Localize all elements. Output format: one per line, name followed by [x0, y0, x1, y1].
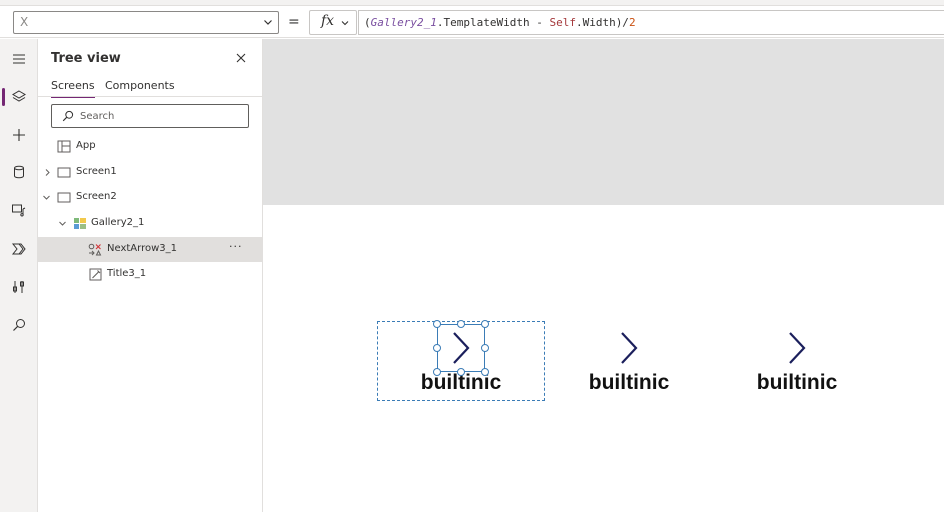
media-icon	[12, 204, 26, 217]
formula-open-paren: (	[364, 16, 371, 29]
power-automate-button[interactable]	[0, 231, 38, 267]
screen-icon	[57, 167, 71, 178]
formula-input[interactable]: (Gallery2_1.TemplateWidth - Self.Width)/…	[358, 10, 944, 35]
fx-button[interactable]: fx	[309, 10, 357, 35]
tree-node-label: Screen2	[76, 191, 117, 202]
gallery-item-title[interactable]: builtinic	[713, 371, 881, 395]
search-input[interactable]	[80, 108, 240, 124]
tree-node-label: NextArrow3_1	[107, 243, 177, 254]
tree-node-label: Screen1	[76, 166, 117, 177]
search-button[interactable]	[0, 307, 38, 343]
menu-button[interactable]	[0, 41, 38, 77]
tree-search-box	[51, 104, 249, 128]
resize-handle-bottom-left[interactable]	[433, 368, 441, 376]
tree-node-screen2[interactable]: Screen2	[38, 185, 262, 210]
label-icon	[89, 268, 102, 281]
next-arrow-icon[interactable]	[787, 331, 807, 365]
screen-icon	[57, 192, 71, 203]
app-icon	[57, 140, 71, 153]
icon-control-icon	[88, 243, 102, 256]
formula-bar: X = fx (Gallery2_1.TemplateWidth - Self.…	[0, 6, 944, 38]
layers-icon	[12, 90, 26, 102]
resize-handle-bottom-right[interactable]	[481, 368, 489, 376]
tree-node-label: Title3_1	[107, 268, 147, 279]
database-icon	[14, 165, 24, 179]
tree-view-pane: Tree view Screens Components App Screen1…	[38, 39, 263, 512]
resize-handle-top[interactable]	[457, 320, 465, 328]
tab-components[interactable]: Components	[105, 79, 175, 92]
tab-divider	[38, 96, 262, 97]
tree-node-nextarrow3-1[interactable]: NextArrow3_1 ···	[38, 237, 262, 262]
advanced-tools-button[interactable]	[0, 269, 38, 305]
fx-icon: fx	[321, 13, 335, 29]
formula-property-ref: .TemplateWidth -	[436, 16, 550, 29]
insert-button[interactable]	[0, 117, 38, 153]
tab-screens[interactable]: Screens	[51, 79, 95, 98]
chevron-down-icon	[341, 21, 349, 26]
formula-number: 2	[628, 16, 636, 29]
resize-handle-bottom[interactable]	[457, 368, 465, 376]
more-options-icon[interactable]: ···	[229, 241, 245, 255]
resize-handle-top-right[interactable]	[481, 320, 489, 328]
left-rail	[0, 39, 38, 512]
tree-node-label: App	[76, 140, 96, 151]
data-button[interactable]	[0, 154, 38, 190]
chevron-down-icon	[264, 20, 272, 25]
resize-handle-top-left[interactable]	[433, 320, 441, 328]
resize-handle-right[interactable]	[481, 344, 489, 352]
property-dropdown-value: X	[20, 15, 29, 29]
close-icon[interactable]	[234, 51, 248, 65]
resize-handle-left[interactable]	[433, 344, 441, 352]
tree-view-button[interactable]	[0, 79, 38, 115]
property-dropdown[interactable]: X	[13, 11, 279, 34]
formula-self-keyword: Self	[549, 16, 576, 29]
tree-view-title: Tree view	[51, 51, 121, 66]
formula-width-ref: .Width)/	[575, 16, 629, 29]
search-icon	[13, 319, 25, 331]
search-icon	[62, 110, 74, 122]
tree-node-label: Gallery2_1	[91, 217, 145, 228]
canvas-backdrop	[263, 39, 944, 205]
app-canvas[interactable]	[263, 205, 944, 512]
tree-node-app[interactable]: App	[38, 134, 262, 159]
hamburger-menu-icon	[13, 54, 25, 64]
gallery-icon	[74, 218, 86, 229]
tree-node-title3-1[interactable]: Title3_1	[38, 262, 262, 287]
chevron-down-icon[interactable]	[42, 193, 51, 202]
plus-icon	[13, 129, 25, 141]
control-selection-box	[437, 324, 485, 372]
media-button[interactable]	[0, 192, 38, 228]
tree-node-gallery2-1[interactable]: Gallery2_1	[38, 211, 262, 236]
chevron-down-icon[interactable]	[58, 219, 67, 228]
equals-sign: =	[288, 14, 300, 30]
next-arrow-icon[interactable]	[619, 331, 639, 365]
gallery-item-title[interactable]: builtinic	[545, 371, 713, 395]
tools-icon	[13, 281, 24, 293]
power-automate-icon	[11, 243, 26, 255]
chevron-right-icon[interactable]	[43, 168, 52, 177]
tree-node-screen1[interactable]: Screen1	[38, 160, 262, 185]
formula-control-ref: Gallery2_1	[370, 16, 437, 29]
